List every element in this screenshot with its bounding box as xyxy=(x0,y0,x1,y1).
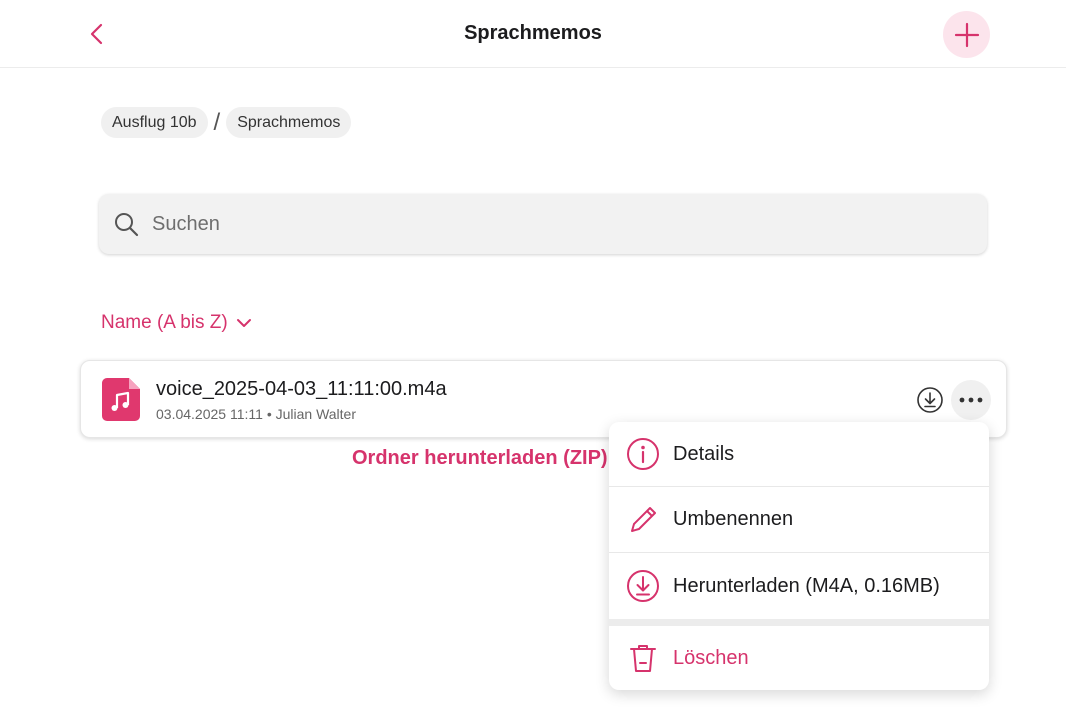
menu-item-download[interactable]: Herunterladen (M4A, 0.16MB) xyxy=(609,553,989,619)
search-input[interactable] xyxy=(152,212,952,236)
file-date: 03.04.2025 11:11 xyxy=(156,406,263,422)
info-icon xyxy=(626,437,660,471)
more-options-button[interactable] xyxy=(951,380,991,420)
more-horizontal-icon xyxy=(959,397,983,403)
plus-icon xyxy=(954,22,979,47)
menu-item-label: Details xyxy=(673,442,735,465)
breadcrumb-item-sprachmemos[interactable]: Sprachmemos xyxy=(226,107,352,138)
menu-item-label: Umbenennen xyxy=(673,508,794,530)
add-button[interactable] xyxy=(943,11,990,58)
menu-item-rename[interactable]: Umbenennen xyxy=(609,487,989,553)
sort-label: Name (A bis Z) xyxy=(101,312,228,333)
menu-item-delete[interactable]: Löschen xyxy=(609,626,989,690)
pencil-icon xyxy=(626,503,660,537)
download-icon xyxy=(917,387,943,413)
breadcrumb: Ausflug 10b / Sprachmemos xyxy=(101,107,352,138)
page-title: Sprachmemos xyxy=(464,22,602,44)
file-download-button[interactable] xyxy=(915,385,945,415)
trash-icon xyxy=(626,641,660,675)
chevron-down-icon xyxy=(236,319,251,327)
search-bar xyxy=(99,194,987,254)
menu-divider xyxy=(609,619,989,626)
top-bar: Sprachmemos xyxy=(0,0,1066,68)
meta-separator: • xyxy=(266,406,272,422)
download-folder-zip-link[interactable]: Ordner herunterladen (ZIP) xyxy=(352,447,608,470)
menu-item-details[interactable]: Details xyxy=(609,422,989,487)
file-owner: Julian Walter xyxy=(275,406,357,422)
sort-dropdown[interactable]: Name (A bis Z) xyxy=(101,312,252,334)
download-icon xyxy=(626,569,660,603)
context-menu: Details Umbenennen Herunterladen (M4A, 0… xyxy=(609,422,989,690)
breadcrumb-item-ausflug[interactable]: Ausflug 10b xyxy=(101,107,208,138)
search-icon xyxy=(112,210,140,238)
menu-item-label: Löschen xyxy=(673,646,749,669)
file-name: voice_2025-04-03_11:11:00.m4a xyxy=(156,378,447,400)
menu-item-label: Herunterladen (M4A, 0.16MB) xyxy=(673,574,940,597)
breadcrumb-separator: / xyxy=(213,108,221,136)
audio-file-icon xyxy=(102,378,140,421)
file-meta: 03.04.2025 11:11 • Julian Walter xyxy=(156,406,356,422)
